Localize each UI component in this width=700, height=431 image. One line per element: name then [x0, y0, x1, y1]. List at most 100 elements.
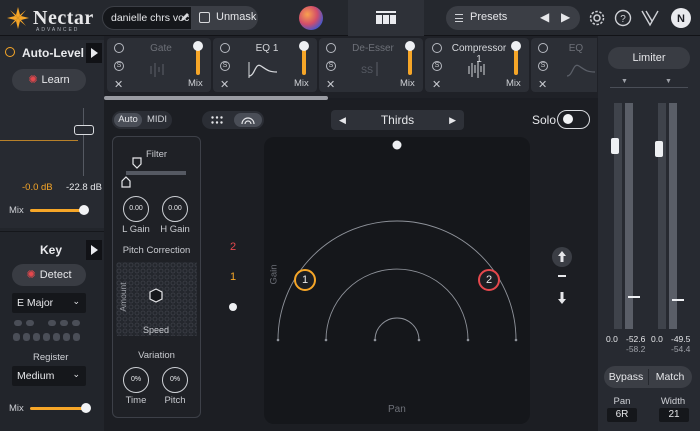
- solo-icon[interactable]: S: [220, 61, 230, 71]
- auto-level-power-icon[interactable]: [5, 47, 15, 57]
- presets-bar[interactable]: Presets ◀ ▶: [446, 6, 580, 30]
- key-select[interactable]: E Major ⌄: [12, 293, 86, 313]
- svg-text:SS: SS: [361, 65, 373, 75]
- output-peak-marker: [672, 299, 684, 301]
- voice-indicator-2: 2: [229, 241, 237, 253]
- filter-label: Filter: [145, 149, 168, 160]
- preset-prev-button[interactable]: ◀: [540, 10, 549, 24]
- de-esser-icon: SS: [361, 62, 378, 76]
- unmask-label: Unmask: [216, 11, 257, 23]
- mode-toggle[interactable]: Auto MIDI: [112, 111, 172, 129]
- learn-label: Learn: [41, 74, 70, 86]
- ni-logo-icon[interactable]: [640, 9, 660, 27]
- voice-node-2[interactable]: 2: [478, 269, 500, 291]
- key-mix-knob[interactable]: [81, 403, 91, 413]
- power-icon[interactable]: [432, 43, 442, 53]
- mix-fader-knob[interactable]: [405, 41, 415, 51]
- mix-fader-knob[interactable]: [299, 41, 309, 51]
- module-eq1[interactable]: S ✕ EQ 1 Mix: [213, 38, 317, 92]
- preset-name-field[interactable]: danielle chrs voc: [102, 6, 192, 30]
- module-eq2[interactable]: S ✕ EQ: [531, 38, 597, 92]
- power-icon[interactable]: [326, 43, 336, 53]
- pencil-icon[interactable]: [180, 12, 190, 22]
- filter-high-handle[interactable]: [132, 157, 142, 169]
- pan-axis-label: Pan: [388, 404, 406, 415]
- power-icon[interactable]: [114, 43, 124, 53]
- minus-icon[interactable]: [558, 275, 566, 277]
- preset-next-button[interactable]: ▶: [561, 10, 570, 24]
- meter-clip-left: ▼: [621, 78, 628, 85]
- eq-curve-icon: [248, 62, 278, 78]
- register-select[interactable]: Medium ⌄: [12, 366, 86, 386]
- pan-value-field[interactable]: 6R: [607, 408, 637, 422]
- l-gain-label: L Gain: [122, 224, 150, 235]
- native-instruments-icon[interactable]: N: [670, 7, 692, 29]
- solo-icon[interactable]: S: [432, 61, 442, 71]
- solo-toggle[interactable]: [557, 110, 590, 129]
- nectar-orb-icon[interactable]: [299, 6, 323, 30]
- unmask-button[interactable]: Unmask: [192, 6, 258, 30]
- down-arrow-button[interactable]: [555, 290, 569, 306]
- learn-button[interactable]: ✺ Learn: [12, 69, 86, 91]
- module-name: De-Esser: [352, 43, 394, 54]
- solo-icon[interactable]: S: [326, 61, 336, 71]
- mode-midi-button[interactable]: MIDI: [144, 113, 170, 127]
- power-icon[interactable]: [220, 43, 230, 53]
- module-de-esser[interactable]: S ✕ De-Esser SS Mix: [319, 38, 423, 92]
- output-meter-top: 0.0: [651, 334, 663, 344]
- module-gate[interactable]: S ✕ Gate Mix: [107, 38, 211, 92]
- power-icon[interactable]: [538, 43, 548, 53]
- auto-level-slider-track: [83, 108, 84, 176]
- width-value-field[interactable]: 21: [659, 408, 689, 422]
- detect-button[interactable]: ✺ Detect: [12, 264, 86, 286]
- key-mix-slider[interactable]: [30, 407, 86, 410]
- mode-auto-button[interactable]: Auto: [114, 113, 142, 127]
- close-icon[interactable]: ✕: [538, 78, 547, 91]
- auto-level-slider-handle[interactable]: [74, 125, 94, 135]
- dots-grid-icon[interactable]: [211, 116, 223, 124]
- auto-level-mix-slider[interactable]: [30, 209, 84, 212]
- output-meter-left: [658, 103, 666, 329]
- key-keyboard[interactable]: [13, 319, 87, 343]
- mix-fader-knob[interactable]: [193, 41, 203, 51]
- close-icon[interactable]: ✕: [432, 78, 441, 91]
- up-arrow-button[interactable]: [551, 246, 573, 268]
- arc-view-icon[interactable]: [241, 115, 255, 125]
- mix-label: Mix: [506, 78, 521, 89]
- meter-clip-right: ▼: [665, 78, 672, 85]
- unmask-icon: [199, 12, 210, 23]
- filter-low-handle[interactable]: [121, 176, 131, 188]
- pitch-knob[interactable]: 0%: [162, 367, 188, 393]
- l-gain-knob[interactable]: 0.00: [123, 196, 149, 222]
- match-button[interactable]: Match: [648, 366, 692, 388]
- close-icon[interactable]: ✕: [326, 78, 335, 91]
- solo-icon[interactable]: S: [538, 61, 548, 71]
- module-grid-button[interactable]: [348, 0, 424, 36]
- output-gain-handle[interactable]: [655, 141, 663, 157]
- settings-gear-icon[interactable]: [588, 9, 606, 27]
- limiter-button[interactable]: Limiter: [608, 47, 690, 69]
- help-icon[interactable]: ?: [614, 9, 632, 27]
- filter-range[interactable]: [126, 171, 186, 175]
- voicing-next-button[interactable]: ▶: [449, 110, 456, 130]
- solo-icon[interactable]: S: [114, 61, 124, 71]
- auto-level-mix-knob[interactable]: [79, 205, 89, 215]
- auto-level-expand-button[interactable]: [86, 43, 102, 63]
- h-gain-knob[interactable]: 0.00: [162, 196, 188, 222]
- presets-list-icon: [455, 14, 463, 22]
- voice-node-1[interactable]: 1: [294, 269, 316, 291]
- key-title: Key: [40, 243, 63, 257]
- app-edition: ADVANCED: [36, 27, 80, 33]
- voicing-prev-button[interactable]: ◀: [339, 110, 346, 130]
- close-icon[interactable]: ✕: [114, 78, 123, 91]
- module-compressor1[interactable]: S ✕ Compressor 1 Mix: [425, 38, 529, 92]
- voicing-selector[interactable]: ◀ Thirds ▶: [331, 110, 464, 130]
- mix-fader-knob[interactable]: [511, 41, 521, 51]
- bypass-button[interactable]: Bypass: [604, 366, 648, 388]
- input-gain-handle[interactable]: [611, 138, 619, 154]
- close-icon[interactable]: ✕: [220, 78, 229, 91]
- time-knob[interactable]: 0%: [123, 367, 149, 393]
- view-toggle[interactable]: [202, 111, 264, 129]
- key-expand-button[interactable]: [86, 240, 102, 260]
- module-name: EQ: [568, 43, 584, 54]
